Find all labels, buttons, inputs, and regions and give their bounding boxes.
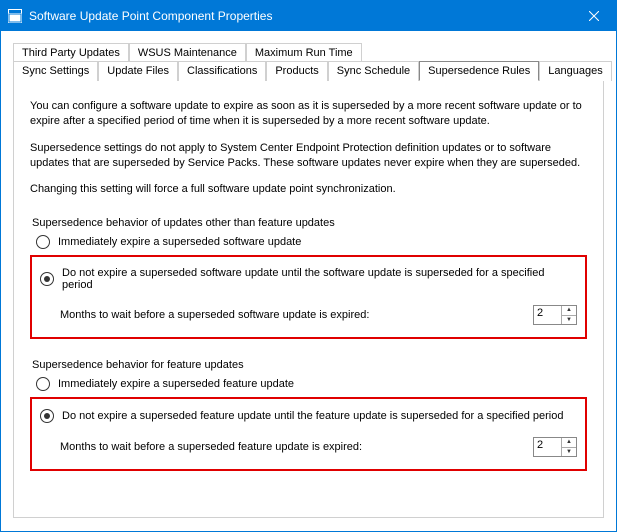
spinner-up-icon[interactable]: ▲ [562,438,576,448]
tab-supersedence-rules[interactable]: Supersedence Rules [419,61,539,81]
tab-sync-schedule[interactable]: Sync Schedule [328,61,419,81]
months-value-feature[interactable]: 2 [534,438,561,456]
intro-p2: Supersedence settings do not apply to Sy… [30,141,587,171]
titlebar: Software Update Point Component Properti… [1,1,616,31]
app-icon [7,8,23,24]
radio-immediate-software[interactable]: Immediately expire a superseded software… [36,235,587,249]
spinner-arrows: ▲ ▼ [561,438,576,456]
tab-sync-settings[interactable]: Sync Settings [13,61,98,81]
highlight-box-feature: Do not expire a superseded feature updat… [30,397,587,471]
months-row-feature: Months to wait before a superseded featu… [60,437,577,457]
radio-icon [40,409,54,423]
tab-wsus-maintenance[interactable]: WSUS Maintenance [129,43,246,62]
months-spinner-software[interactable]: 2 ▲ ▼ [533,305,577,325]
spinner-down-icon[interactable]: ▼ [562,448,576,457]
spinner-arrows: ▲ ▼ [561,306,576,324]
spinner-up-icon[interactable]: ▲ [562,306,576,316]
radio-label: Immediately expire a superseded software… [58,236,301,248]
radio-wait-feature[interactable]: Do not expire a superseded feature updat… [40,409,577,423]
tab-third-party-updates[interactable]: Third Party Updates [13,43,129,62]
radio-immediate-feature[interactable]: Immediately expire a superseded feature … [36,377,587,391]
months-spinner-feature[interactable]: 2 ▲ ▼ [533,437,577,457]
tab-products[interactable]: Products [266,61,327,81]
tabstrip: Third Party Updates WSUS Maintenance Max… [13,43,604,80]
spinner-down-icon[interactable]: ▼ [562,316,576,325]
radio-wait-software[interactable]: Do not expire a superseded software upda… [40,267,577,291]
tab-classifications[interactable]: Classifications [178,61,266,81]
tab-maximum-run-time[interactable]: Maximum Run Time [246,43,362,62]
radio-icon [40,272,54,286]
body: Third Party Updates WSUS Maintenance Max… [1,31,616,531]
months-label-software: Months to wait before a superseded softw… [60,309,533,321]
window-title: Software Update Point Component Properti… [29,9,572,23]
months-label-feature: Months to wait before a superseded featu… [60,441,533,453]
tab-update-files[interactable]: Update Files [98,61,178,81]
months-value-software[interactable]: 2 [534,306,561,324]
intro-p3: Changing this setting will force a full … [30,182,587,197]
group-feature-updates: Supersedence behavior for feature update… [30,359,587,471]
group-non-feature-updates: Supersedence behavior of updates other t… [30,217,587,339]
radio-label: Immediately expire a superseded feature … [58,378,294,390]
group1-label: Supersedence behavior of updates other t… [32,217,587,229]
close-button[interactable] [572,1,616,31]
radio-label: Do not expire a superseded feature updat… [62,410,563,422]
radio-icon [36,377,50,391]
group2-label: Supersedence behavior for feature update… [32,359,587,371]
window: Software Update Point Component Properti… [0,0,617,532]
radio-icon [36,235,50,249]
close-icon [589,11,599,21]
highlight-box-software: Do not expire a superseded software upda… [30,255,587,339]
months-row-software: Months to wait before a superseded softw… [60,305,577,325]
radio-label: Do not expire a superseded software upda… [62,267,577,291]
intro-p1: You can configure a software update to e… [30,99,587,129]
tab-languages[interactable]: Languages [539,61,611,81]
tab-panel: You can configure a software update to e… [13,80,604,518]
